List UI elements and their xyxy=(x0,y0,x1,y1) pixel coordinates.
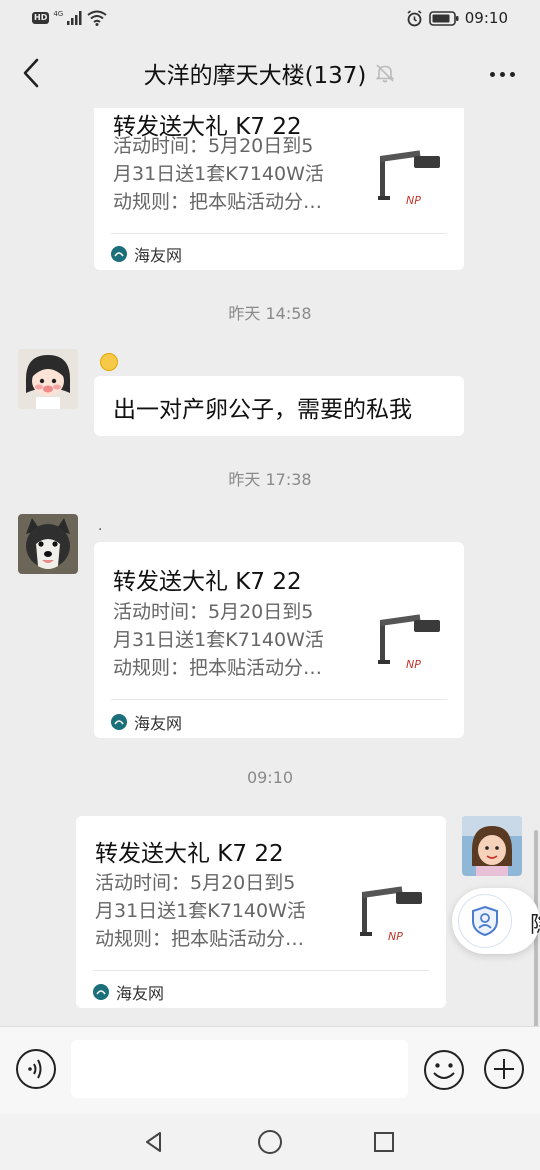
link-card[interactable]: 转发送大礼 K7 22 活动时间：5月20日到5 月31日送1套K7140W活 … xyxy=(94,542,464,738)
back-button[interactable] xyxy=(14,52,48,94)
card-description: 活动时间：5月20日到5 月31日送1套K7140W活 动规则：把本贴活动分… xyxy=(113,132,353,216)
alarm-icon xyxy=(407,9,422,26)
haiyou-logo-icon xyxy=(111,714,127,730)
more-dot xyxy=(499,71,505,77)
self-avatar[interactable] xyxy=(462,816,522,876)
status-bar: HD 4G 09:10 xyxy=(0,0,540,38)
message-text: 出一对产卵公子，需要的私我 xyxy=(113,397,412,423)
card-divider xyxy=(93,970,429,971)
card-desc-line: 动规则：把本贴活动分… xyxy=(95,928,305,950)
privacy-assistant-label: 隐 xyxy=(530,907,540,939)
avatar[interactable] xyxy=(18,349,78,409)
nav-back-button[interactable] xyxy=(138,1126,170,1158)
card-desc-line: 月31日送1套K7140W活 xyxy=(113,629,324,651)
emoji-icon xyxy=(424,1050,464,1090)
triangle-back-icon xyxy=(146,1132,161,1152)
product-lamp-thumbnail: NP xyxy=(378,614,440,671)
status-left: HD 4G xyxy=(32,10,107,26)
card-divider xyxy=(111,233,447,234)
card-title: 转发送大礼 K7 22 xyxy=(113,569,302,595)
title-wrap: 大洋的摩天大楼(137) xyxy=(0,38,540,108)
system-nav-bar xyxy=(0,1114,540,1170)
timestamp: 昨天 17:38 xyxy=(228,470,312,489)
card-source: 海友网 xyxy=(111,710,182,734)
square-recents-icon xyxy=(374,1132,394,1152)
sender-name-emoji-icon xyxy=(100,353,118,371)
chat-title: 大洋的摩天大楼(137) xyxy=(143,63,367,89)
status-time: 09:10 xyxy=(464,9,508,27)
card-desc-line: 活动时间：5月20日到5 xyxy=(113,135,314,157)
card-source: 海友网 xyxy=(111,242,182,266)
card-desc-line: 月31日送1套K7140W活 xyxy=(95,900,306,922)
card-desc-line: 动规则：把本贴活动分… xyxy=(113,657,323,679)
haiyou-logo-icon xyxy=(111,246,127,262)
more-dots-icon xyxy=(489,71,495,77)
battery-icon xyxy=(428,10,459,26)
avatar[interactable] xyxy=(18,514,78,574)
wifi-icon xyxy=(87,10,107,26)
hd-badge: HD xyxy=(32,12,50,24)
card-desc-line: 活动时间：5月20日到5 xyxy=(113,601,314,623)
card-title: 转发送大礼 K7 22 xyxy=(95,841,284,867)
more-button[interactable] xyxy=(482,60,522,88)
card-desc-line: 活动时间：5月20日到5 xyxy=(95,872,296,894)
network-type: 4G xyxy=(53,10,64,18)
card-source-label: 海友网 xyxy=(134,246,183,265)
signal-icon xyxy=(67,11,82,25)
card-source: 海友网 xyxy=(93,980,164,1004)
message-bubble[interactable]: 出一对产卵公子，需要的私我 xyxy=(94,376,464,436)
haiyou-logo-icon xyxy=(93,984,109,1000)
svg-text:NP: NP xyxy=(406,658,421,671)
shield-user-icon xyxy=(458,894,512,948)
nav-home-button[interactable] xyxy=(254,1126,286,1158)
nav-recents-button[interactable] xyxy=(368,1126,400,1158)
card-source-label: 海友网 xyxy=(134,714,183,733)
sender-name: . xyxy=(98,518,103,534)
message-input[interactable] xyxy=(71,1040,408,1098)
card-divider xyxy=(111,699,447,700)
card-description: 活动时间：5月20日到5 月31日送1套K7140W活 动规则：把本贴活动分… xyxy=(113,598,353,682)
chevron-left-icon xyxy=(23,58,39,88)
card-description: 活动时间：5月20日到5 月31日送1套K7140W活 动规则：把本贴活动分… xyxy=(95,869,335,953)
title-bar: 大洋的摩天大楼(137) xyxy=(0,38,540,108)
plus-icon xyxy=(484,1049,524,1089)
more-dot xyxy=(509,71,515,77)
voice-icon xyxy=(16,1049,56,1089)
card-source-label: 海友网 xyxy=(116,984,165,1003)
chat-message-list[interactable]: 转发送大礼 K7 22 活动时间：5月20日到5 月31日送1套K7140W活 … xyxy=(0,108,540,1026)
input-bar xyxy=(0,1026,540,1115)
link-card[interactable]: 转发送大礼 K7 22 活动时间：5月20日到5 月31日送1套K7140W活 … xyxy=(94,108,464,270)
status-right: 09:10 xyxy=(406,9,508,27)
timestamp: 09:10 xyxy=(246,768,294,787)
product-lamp-thumbnail: NP xyxy=(360,886,422,943)
card-desc-line: 月31日送1套K7140W活 xyxy=(113,163,324,185)
timestamp: 昨天 14:58 xyxy=(228,304,312,323)
circle-home-icon xyxy=(258,1130,282,1154)
voice-button[interactable] xyxy=(15,1048,57,1090)
card-desc-line: 动规则：把本贴活动分… xyxy=(113,191,323,213)
bell-off-icon xyxy=(375,64,395,83)
product-lamp-thumbnail: NP xyxy=(378,150,440,207)
link-card[interactable]: 转发送大礼 K7 22 活动时间：5月20日到5 月31日送1套K7140W活 … xyxy=(76,816,446,1008)
privacy-assistant-pill[interactable]: 隐 xyxy=(452,888,540,954)
svg-text:NP: NP xyxy=(388,930,403,943)
emoji-button[interactable] xyxy=(422,1048,466,1092)
more-functions-button[interactable] xyxy=(483,1048,525,1090)
svg-text:NP: NP xyxy=(406,194,421,207)
